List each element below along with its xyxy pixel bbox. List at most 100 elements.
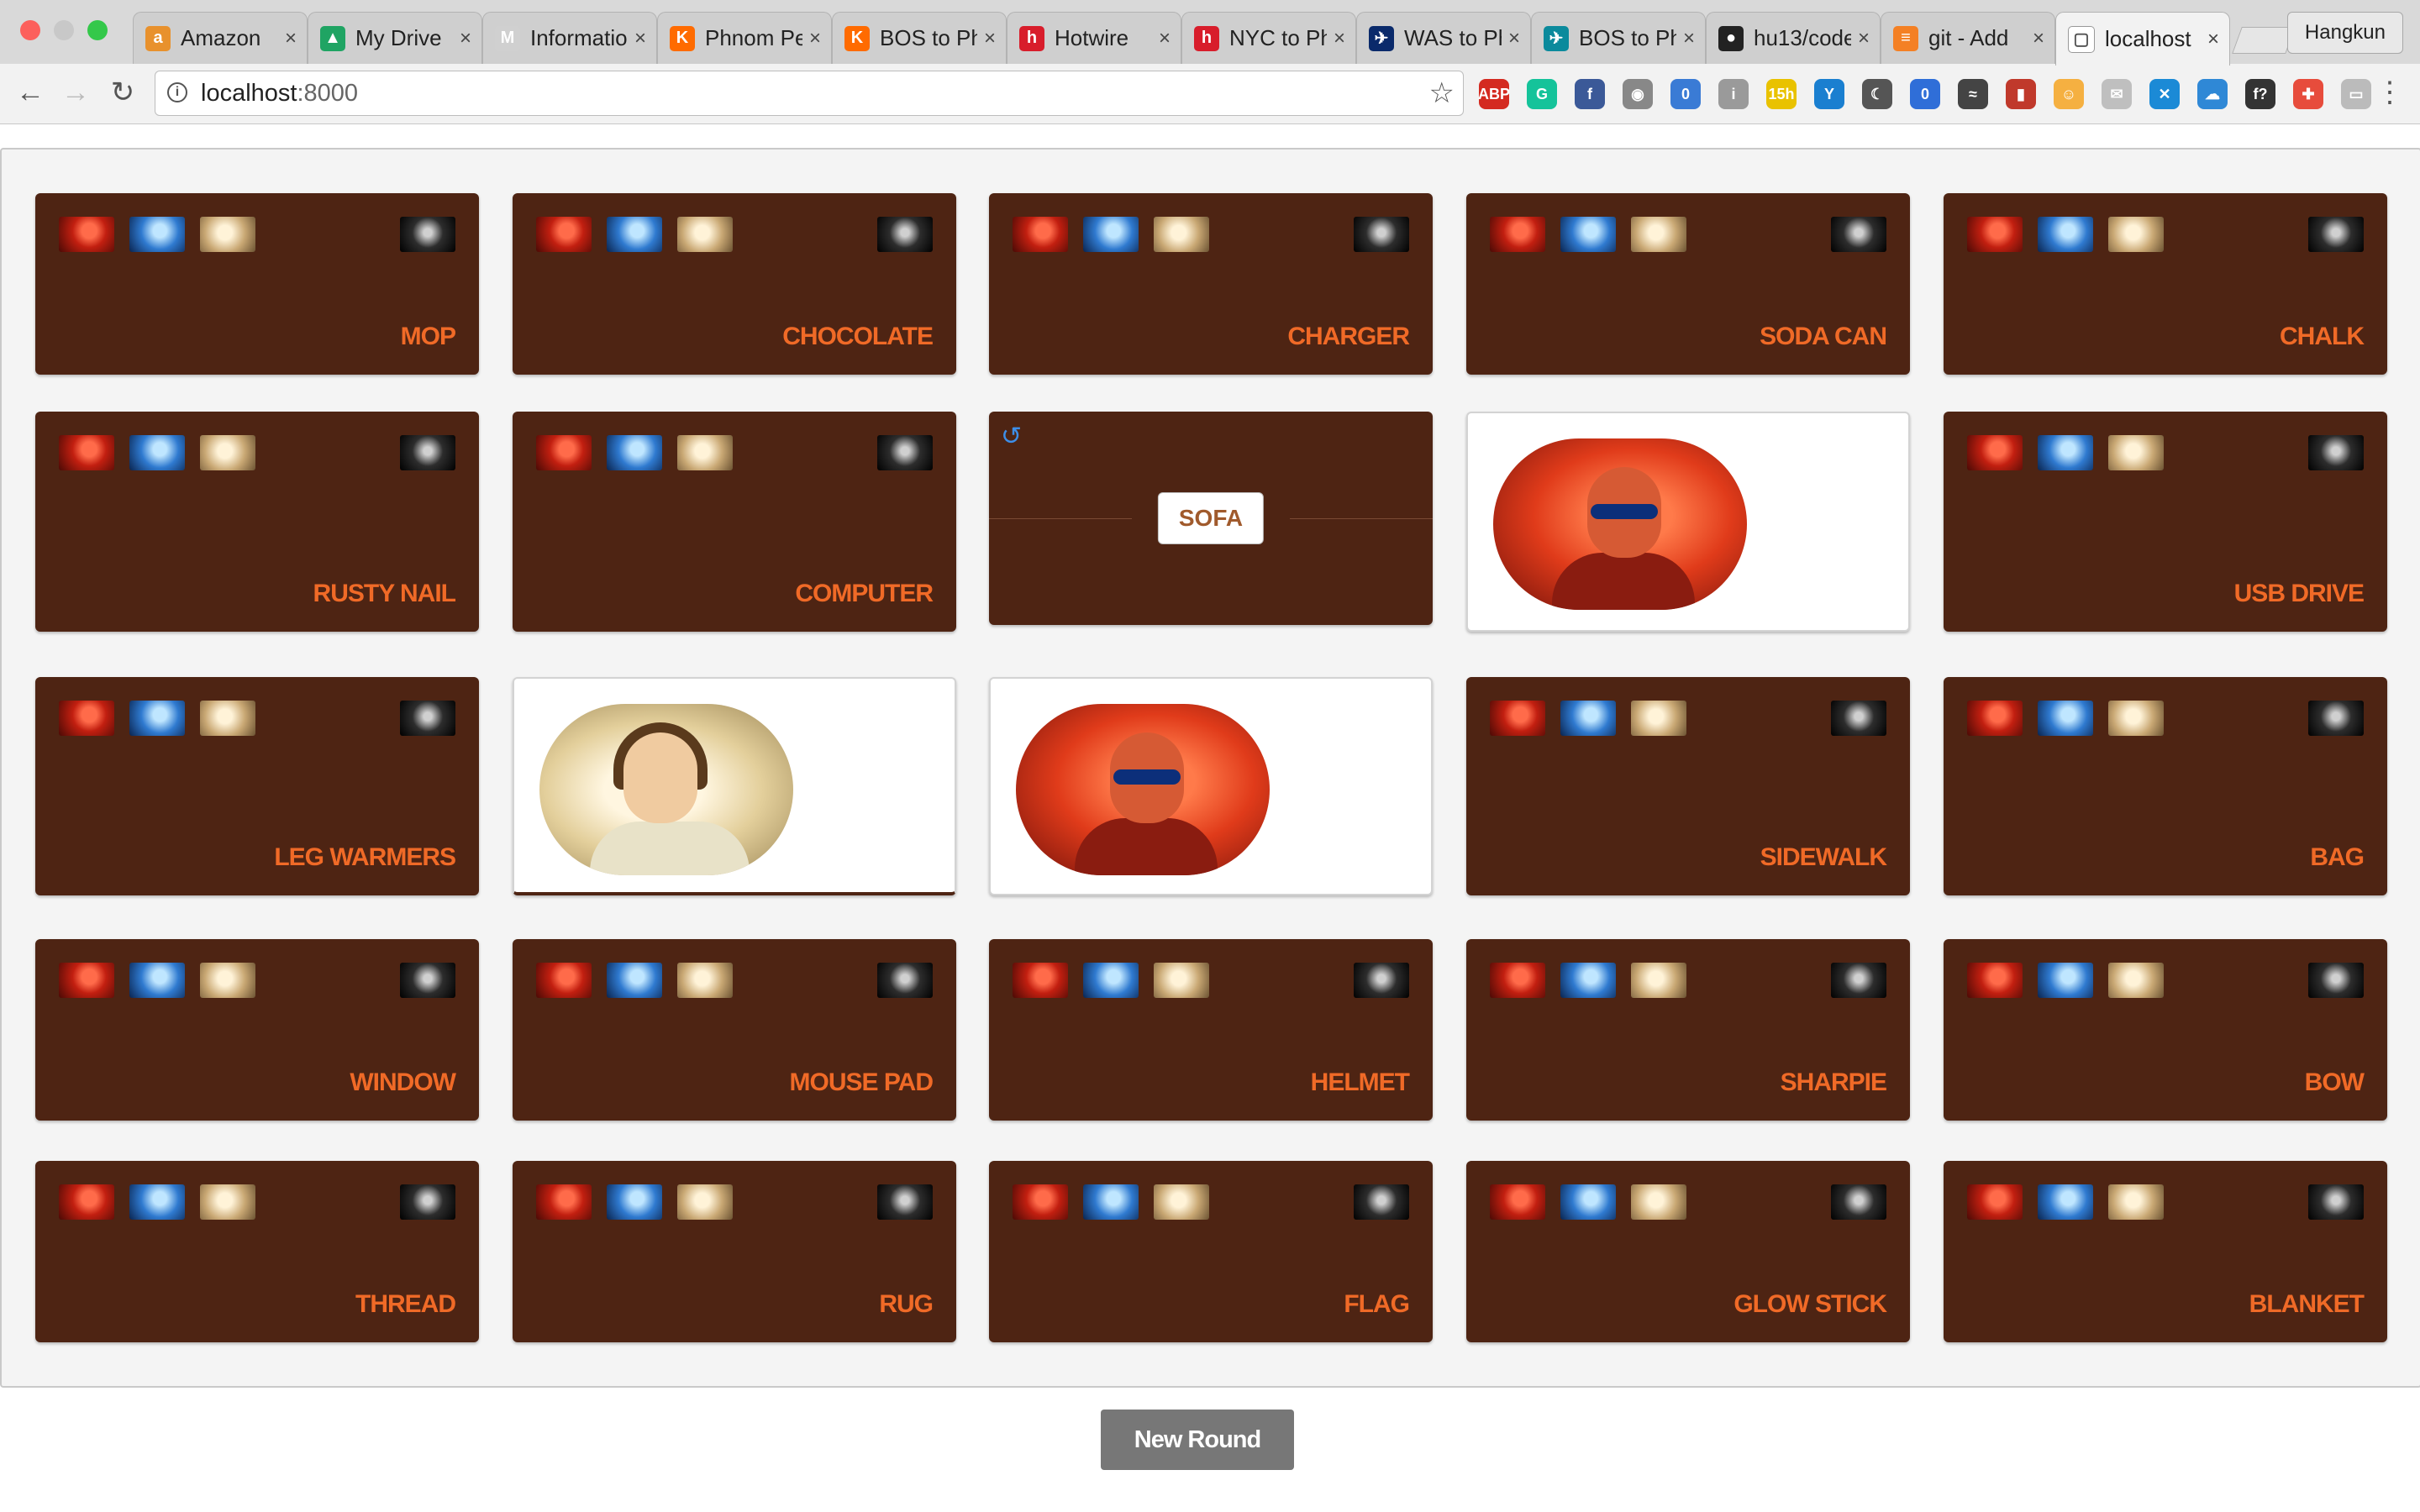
browser-tab[interactable]: h Hotwire × bbox=[1007, 12, 1181, 64]
assassin-icon[interactable] bbox=[1354, 1184, 1409, 1220]
checklist-icon[interactable]: 0 bbox=[1910, 79, 1940, 109]
browser-tab[interactable]: ▢ localhost × bbox=[2055, 12, 2230, 66]
blue-agent-icon[interactable] bbox=[1083, 1184, 1139, 1220]
assassin-icon[interactable] bbox=[2308, 435, 2364, 470]
tab-close-icon[interactable]: × bbox=[1159, 27, 1171, 50]
red-agent-icon[interactable] bbox=[59, 435, 114, 470]
info-icon[interactable]: i bbox=[167, 82, 187, 102]
bystander-icon[interactable] bbox=[200, 963, 255, 998]
word-card[interactable]: CHALK bbox=[1944, 193, 2387, 375]
browser-menu-icon[interactable]: ⋮ bbox=[2371, 74, 2408, 111]
browser-tab[interactable]: K Phnom Penh × bbox=[657, 12, 832, 64]
assassin-icon[interactable] bbox=[877, 217, 933, 252]
facebook-icon[interactable]: f bbox=[1575, 79, 1605, 109]
tab-close-icon[interactable]: × bbox=[285, 27, 297, 50]
tab-close-icon[interactable]: × bbox=[809, 27, 821, 50]
blue-agent-icon[interactable] bbox=[1560, 963, 1616, 998]
red-agent-icon[interactable] bbox=[1967, 217, 2023, 252]
x-icon[interactable]: ✕ bbox=[2149, 79, 2180, 109]
word-card[interactable]: SIDEWALK bbox=[1466, 677, 1910, 895]
word-card[interactable]: FLAG bbox=[989, 1161, 1433, 1342]
adblock-icon[interactable]: ABP bbox=[1478, 79, 1510, 109]
blue-agent-icon[interactable] bbox=[2038, 701, 2093, 736]
browser-tab[interactable]: ✈ BOS to Phnom Penh × bbox=[1531, 12, 1706, 64]
moon-icon[interactable]: ☾ bbox=[1862, 79, 1892, 109]
bystander-icon[interactable] bbox=[677, 1184, 733, 1220]
formula-icon[interactable]: f? bbox=[2245, 79, 2275, 109]
word-card[interactable]: WINDOW bbox=[35, 939, 479, 1121]
tab-close-icon[interactable]: × bbox=[984, 27, 996, 50]
red-agent-icon[interactable] bbox=[536, 217, 592, 252]
word-card[interactable]: RUSTY NAIL bbox=[35, 412, 479, 632]
bystander-icon[interactable] bbox=[1631, 1184, 1686, 1220]
back-arrow-icon[interactable]: ← bbox=[12, 74, 49, 111]
bystander-icon[interactable] bbox=[1154, 1184, 1209, 1220]
new-round-button[interactable]: New Round bbox=[1101, 1410, 1294, 1470]
bystander-icon[interactable] bbox=[2108, 1184, 2164, 1220]
bystander-icon[interactable] bbox=[1631, 963, 1686, 998]
blue-agent-icon[interactable] bbox=[1083, 963, 1139, 998]
word-card[interactable]: USB DRIVE bbox=[1944, 412, 2387, 632]
bystander-icon[interactable] bbox=[200, 435, 255, 470]
assassin-icon[interactable] bbox=[400, 217, 455, 252]
word-card[interactable]: THREAD bbox=[35, 1161, 479, 1342]
red-agent-icon[interactable] bbox=[1490, 217, 1545, 252]
assassin-icon[interactable] bbox=[2308, 701, 2364, 736]
word-card[interactable]: BOW bbox=[1944, 939, 2387, 1121]
bulb-icon[interactable]: i bbox=[1718, 79, 1749, 109]
minimize-window-button[interactable] bbox=[54, 20, 74, 40]
red-agent-icon[interactable] bbox=[1967, 435, 2023, 470]
assassin-icon[interactable] bbox=[877, 435, 933, 470]
word-card[interactable]: HELMET bbox=[989, 939, 1433, 1121]
blue-agent-icon[interactable] bbox=[607, 435, 662, 470]
book-icon[interactable]: ▮ bbox=[2006, 79, 2036, 109]
tab-close-icon[interactable]: × bbox=[634, 27, 646, 50]
reload-icon[interactable]: ↻ bbox=[104, 74, 141, 111]
blue-agent-icon[interactable] bbox=[607, 963, 662, 998]
assassin-icon[interactable] bbox=[400, 435, 455, 470]
blue-agent-icon[interactable] bbox=[129, 963, 185, 998]
word-card[interactable]: COMPUTER bbox=[513, 412, 956, 632]
assassin-icon[interactable] bbox=[1831, 1184, 1886, 1220]
tab-close-icon[interactable]: × bbox=[1334, 27, 1345, 50]
word-card[interactable]: LEG WARMERS bbox=[35, 677, 479, 895]
browser-tab[interactable]: ● hu13/codenames × bbox=[1706, 12, 1881, 64]
assassin-icon[interactable] bbox=[1354, 217, 1409, 252]
assassin-icon[interactable] bbox=[1831, 701, 1886, 736]
blue-agent-icon[interactable] bbox=[2038, 1184, 2093, 1220]
blue-agent-icon[interactable] bbox=[1560, 1184, 1616, 1220]
red-agent-icon[interactable] bbox=[1013, 1184, 1068, 1220]
assassin-icon[interactable] bbox=[2308, 217, 2364, 252]
bystander-icon[interactable] bbox=[200, 701, 255, 736]
word-card[interactable]: GLOW STICK bbox=[1466, 1161, 1910, 1342]
grammarly-icon[interactable]: G bbox=[1527, 79, 1557, 109]
browser-tab[interactable]: K BOS to Phnom Penh × bbox=[832, 12, 1007, 64]
assassin-icon[interactable] bbox=[877, 1184, 933, 1220]
red-agent-icon[interactable] bbox=[59, 217, 114, 252]
blue-agent-icon[interactable] bbox=[1560, 701, 1616, 736]
browser-tab[interactable]: ✈ WAS to Phnom Penh × bbox=[1356, 12, 1531, 64]
blue-agent-icon[interactable] bbox=[129, 435, 185, 470]
assassin-icon[interactable] bbox=[2308, 1184, 2364, 1220]
blue-agent-icon[interactable] bbox=[2038, 217, 2093, 252]
assassin-icon[interactable] bbox=[1354, 963, 1409, 998]
blue-agent-icon[interactable] bbox=[1083, 217, 1139, 252]
wave-icon[interactable]: ≈ bbox=[1958, 79, 1988, 109]
blue-agent-icon[interactable] bbox=[129, 701, 185, 736]
red-agent-icon[interactable] bbox=[59, 1184, 114, 1220]
blue-agent-icon[interactable] bbox=[129, 217, 185, 252]
assassin-icon[interactable] bbox=[400, 1184, 455, 1220]
red-agent-icon[interactable] bbox=[536, 963, 592, 998]
assassin-icon[interactable] bbox=[1831, 963, 1886, 998]
revealed-card[interactable] bbox=[513, 677, 956, 895]
bystander-icon[interactable] bbox=[677, 217, 733, 252]
red-agent-icon[interactable] bbox=[536, 1184, 592, 1220]
word-card[interactable]: CHARGER bbox=[989, 193, 1433, 375]
assassin-icon[interactable] bbox=[1831, 217, 1886, 252]
assassin-icon[interactable] bbox=[2308, 963, 2364, 998]
assassin-icon[interactable] bbox=[400, 963, 455, 998]
red-agent-icon[interactable] bbox=[1967, 963, 2023, 998]
bystander-icon[interactable] bbox=[1154, 217, 1209, 252]
forward-arrow-icon[interactable]: → bbox=[57, 74, 94, 111]
browser-tab[interactable]: ▲ My Drive × bbox=[308, 12, 482, 64]
